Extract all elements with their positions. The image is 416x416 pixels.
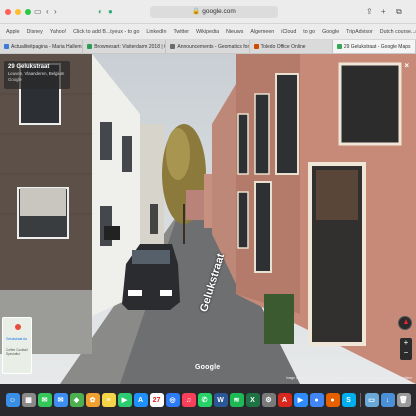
favorite-link[interactable]: to go	[303, 29, 315, 35]
favorite-link[interactable]: iCloud	[281, 29, 296, 35]
dock-separator	[359, 393, 361, 407]
dock-app-excel-icon[interactable]: X	[245, 393, 260, 407]
location-title: 29 Gelukstraat	[8, 64, 50, 70]
minimap-street: Gelukstraat Aa	[6, 337, 27, 341]
tab-favicon-icon	[253, 44, 259, 49]
map-pin-icon	[15, 324, 21, 330]
dock-app-messages-icon[interactable]: ✉	[37, 393, 52, 407]
browser-tab[interactable]: Brownesart: Visiterdarm 2018 | Galaxeb..…	[83, 40, 167, 53]
tab-overview-icon[interactable]: ⧉	[396, 8, 402, 16]
share-icon[interactable]: ⇪	[366, 8, 373, 16]
street-view-image[interactable]	[0, 54, 416, 384]
dock-app-calendar-icon[interactable]: 27	[149, 393, 164, 407]
dock-app-word-icon[interactable]: W	[213, 393, 228, 407]
close-window-button[interactable]	[5, 9, 11, 15]
favorite-link[interactable]: Apple	[6, 29, 20, 35]
mini-map[interactable]: Gelukstraat Aa Coffee Cocktail Specialis…	[2, 317, 32, 374]
dock: ☺ ▦ ✉ ✉ ◆ ✿ ≡ ▶ A 27 ◎ ♫ ✆ W ≋ X ⚙ A ▶ ● ● S ▭ ↓ 🗑	[0, 384, 416, 416]
minimize-window-button[interactable]	[15, 9, 21, 15]
dock-app-photos-icon[interactable]: ✿	[85, 393, 100, 407]
dock-app-zoom-icon[interactable]: ▶	[293, 393, 308, 407]
map-footer: Image capture: Oct 2022 © 2022 Google Ne…	[285, 376, 412, 380]
browser-tab[interactable]: Actualiteitpagina - Maria Hallema & Anno…	[0, 40, 84, 53]
favorite-link[interactable]: Twitter	[173, 29, 189, 35]
dock-app-finder-icon[interactable]: ☺	[5, 393, 20, 407]
tab-bar: Actualiteitpagina - Maria Hallema & Anno…	[0, 40, 416, 54]
close-streetview-button[interactable]: ×	[404, 61, 409, 70]
forward-icon[interactable]: ›	[54, 8, 57, 16]
lock-icon: 🔒	[192, 8, 201, 15]
tab-favicon-icon	[336, 44, 342, 49]
dock-app-notes-icon[interactable]: ≡	[101, 393, 116, 407]
dock-app-mail-icon[interactable]: ✉	[53, 393, 68, 407]
favorite-link[interactable]: Dutch course...root Leuven	[380, 29, 416, 35]
sidebar-icon[interactable]: ▭	[34, 8, 42, 16]
browser-tab[interactable]: Announcements - Geomatics for Urba...	[166, 40, 250, 53]
browser-tab[interactable]: 29 Gelukstraat - Google Maps	[332, 40, 416, 53]
tab-label: Toledo Office Online	[260, 43, 306, 50]
url-text: google.com	[202, 8, 236, 15]
favorite-link[interactable]: Yahoo!	[50, 29, 66, 35]
dock-app-system-settings-icon[interactable]: ⚙	[261, 393, 276, 407]
dock-app-maps-icon[interactable]: ◆	[69, 393, 84, 407]
tab-label: Actualiteitpagina - Maria Hallema & Anno…	[11, 43, 84, 50]
dock-app-downloads-icon[interactable]: ↓	[380, 393, 395, 407]
zoom-in-button[interactable]: +	[400, 338, 412, 348]
dock-app-spotify-icon[interactable]: ≋	[229, 393, 244, 407]
privacy-icon[interactable]: ◐	[98, 8, 103, 16]
favorite-link[interactable]: Click to add B...tyeux - to go	[73, 29, 139, 35]
dock-app-skype-icon[interactable]: S	[341, 393, 356, 407]
dock-app-launchpad-icon[interactable]: ▦	[21, 393, 36, 407]
favorite-link[interactable]: Google	[322, 29, 339, 35]
browser-toolbar: ▭ ‹ › ◐ ● 🔒 google.com ⇪ + ⧉	[0, 0, 416, 24]
dock-app-trash-icon[interactable]: 🗑	[396, 393, 411, 407]
dock-app-acrobat-icon[interactable]: A	[277, 393, 292, 407]
tab-favicon-icon	[4, 44, 9, 49]
street-view[interactable]: Gelukstraat	[0, 54, 416, 384]
dock-app-app-store-icon[interactable]: A	[133, 393, 148, 407]
window-controls	[5, 9, 31, 15]
tab-favicon-icon	[87, 44, 93, 49]
favorite-link[interactable]: Wikipedia	[196, 29, 219, 35]
dock-app-firefox-icon[interactable]: ●	[325, 393, 340, 407]
back-icon[interactable]: ‹	[46, 8, 49, 16]
zoom-window-button[interactable]	[25, 9, 31, 15]
favorite-link[interactable]: TripAdvisor	[346, 29, 373, 35]
new-tab-icon[interactable]: +	[381, 8, 386, 16]
zoom-control[interactable]: + −	[400, 338, 412, 360]
tab-label: Brownesart: Visiterdarm 2018 | Galaxeb..…	[94, 43, 165, 50]
location-address: Leuven, Vlaanderen, Belgium	[8, 71, 65, 76]
favorite-link[interactable]: Disney	[27, 29, 43, 35]
browser-tab[interactable]: Toledo Office Online	[250, 40, 333, 53]
location-source: Google	[8, 77, 22, 82]
favorites-bar: Apple Disney Yahoo! Click to add B...tyeux …	[0, 24, 416, 40]
compass-icon[interactable]	[398, 316, 412, 330]
zoom-out-button[interactable]: −	[400, 348, 412, 358]
dock-app-music-icon[interactable]: ♫	[181, 393, 196, 407]
tab-label: 29 Gelukstraat - Google Maps	[343, 43, 411, 50]
favorite-link[interactable]: Algemeen	[250, 29, 274, 35]
address-bar[interactable]: 🔒 google.com	[150, 6, 278, 18]
extension-icon[interactable]: ●	[108, 8, 113, 16]
street-sign	[104, 226, 120, 240]
dock-app-safari-icon[interactable]: ◎	[165, 393, 180, 407]
google-logo: Google	[195, 364, 221, 371]
dock-app-preview-icon[interactable]: ▭	[364, 393, 379, 407]
dock-app-whatsapp-icon[interactable]: ✆	[197, 393, 212, 407]
favorite-link[interactable]: Nieuws	[226, 29, 243, 35]
favorite-link[interactable]: LinkedIn	[146, 29, 166, 35]
tab-favicon-icon	[170, 44, 176, 49]
dock-app-chrome-icon[interactable]: ●	[309, 393, 324, 407]
dock-app-facetime-icon[interactable]: ▶	[117, 393, 132, 407]
minimap-poi: Coffee Cocktail Specialist	[6, 348, 28, 356]
tab-label: Announcements - Geomatics for Urba...	[177, 43, 250, 50]
location-card[interactable]: 29 Gelukstraat Leuven, Vlaanderen, Belgi…	[4, 61, 70, 89]
